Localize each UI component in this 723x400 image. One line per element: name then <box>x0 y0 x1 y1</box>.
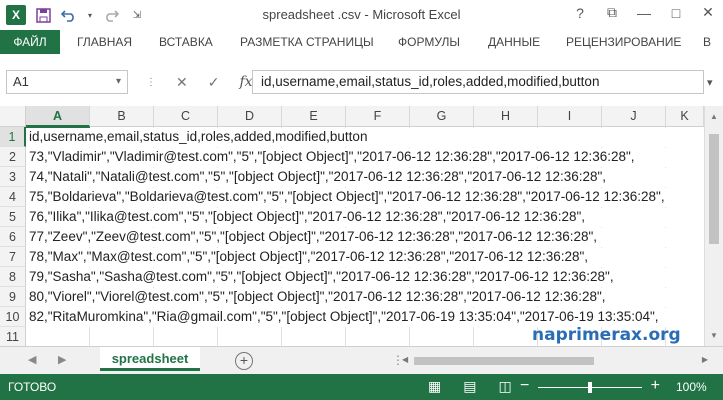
title-bar: X ▾ ⇲ spreadsheet .csv - Microsoft Excel… <box>0 0 723 30</box>
column-header-f[interactable]: F <box>346 106 410 127</box>
name-box[interactable]: A1 ▾ <box>6 70 128 94</box>
window-controls: ? ⧉ — □ ✕ <box>571 4 717 21</box>
status-bar: ГОТОВО ▦ ▤ ◫ − + 100% <box>0 374 723 400</box>
column-header-a[interactable]: A <box>26 106 90 127</box>
column-header-d[interactable]: D <box>218 106 282 127</box>
worksheet-grid: ABCDEFGHIJK 1 2 3 4 5 6 7 8 9 10 11 id,username,em… <box>0 106 723 347</box>
cell-a1[interactable]: id,username,email,status_id,roles,added,… <box>29 127 367 147</box>
page-break-view-icon[interactable]: ◫ <box>498 378 511 395</box>
ribbon-display-icon[interactable]: ⧉ <box>603 4 621 21</box>
sheet-tabs-bar: ◀ ▶ spreadsheet + ⋮ ◀ ▶ <box>0 346 723 375</box>
page-layout-view-icon[interactable]: ▤ <box>463 378 476 395</box>
horizontal-scrollbar[interactable]: ⋮ ◀ ▶ <box>392 353 708 367</box>
insert-function-icon[interactable]: fx <box>239 74 252 90</box>
row-header-7[interactable]: 7 <box>0 247 26 267</box>
cell-a10[interactable]: 82,"RitaMuromkina","Ria@gmail.com","5","… <box>29 307 659 327</box>
normal-view-icon[interactable]: ▦ <box>428 378 441 395</box>
name-box-value: A1 <box>13 74 29 89</box>
expand-formula-bar-icon[interactable]: ▾ <box>707 76 713 89</box>
column-header-i[interactable]: I <box>538 106 602 127</box>
tab-page-layout[interactable]: РАЗМЕТКА СТРАНИЦЫ <box>240 30 374 54</box>
column-header-e[interactable]: E <box>282 106 346 127</box>
cancel-icon[interactable]: ✕ <box>176 74 188 91</box>
cell-a9[interactable]: 80,"Viorel","Viorel@test.com","5","[obje… <box>29 287 606 307</box>
next-sheet-icon[interactable]: ▶ <box>58 353 66 366</box>
row-header-2[interactable]: 2 <box>0 147 26 167</box>
zoom-knob[interactable] <box>588 382 592 393</box>
sheet-tab-spreadsheet[interactable]: spreadsheet <box>100 347 200 371</box>
zoom-level[interactable]: 100% <box>676 380 707 394</box>
name-box-dropdown-icon[interactable]: ▾ <box>116 71 121 93</box>
tab-view[interactable]: В <box>703 30 711 54</box>
scroll-down-icon[interactable]: ▼ <box>705 331 723 340</box>
row-header-1[interactable]: 1 <box>0 127 26 147</box>
row-header-10[interactable]: 10 <box>0 307 26 327</box>
prev-sheet-icon[interactable]: ◀ <box>28 353 36 366</box>
cell-a7[interactable]: 78,"Max","Max@test.com","5","[object Obj… <box>29 247 588 267</box>
row-header-5[interactable]: 5 <box>0 207 26 227</box>
minimize-icon[interactable]: — <box>635 5 653 21</box>
ribbon-tabs: ФАЙЛ ГЛАВНАЯ ВСТАВКА РАЗМЕТКА СТРАНИЦЫ Ф… <box>0 30 723 55</box>
formula-bar: A1 ▾ ⋮ ✕ ✓ fx id,username,email,status_i… <box>0 54 723 107</box>
status-text: ГОТОВО <box>8 380 57 394</box>
help-icon[interactable]: ? <box>571 5 589 21</box>
formula-input[interactable]: id,username,email,status_id,roles,added,… <box>252 70 704 94</box>
cell-a6[interactable]: 77,"Zeev","Zeev@test.com","5","[object O… <box>29 227 597 247</box>
zoom-in-icon[interactable]: + <box>651 377 660 395</box>
tab-home[interactable]: ГЛАВНАЯ <box>77 30 132 54</box>
row-header-11[interactable]: 11 <box>0 327 26 347</box>
close-icon[interactable]: ✕ <box>699 4 717 21</box>
maximize-icon[interactable]: □ <box>667 5 685 21</box>
tab-insert[interactable]: ВСТАВКА <box>159 30 213 54</box>
column-header-g[interactable]: G <box>410 106 474 127</box>
tab-review[interactable]: РЕЦЕНЗИРОВАНИЕ <box>566 30 681 54</box>
tab-data[interactable]: ДАННЫЕ <box>488 30 540 54</box>
row-header-9[interactable]: 9 <box>0 287 26 307</box>
row-header-4[interactable]: 4 <box>0 187 26 207</box>
view-buttons: ▦ ▤ ◫ <box>428 378 512 395</box>
watermark: naprimerax.org <box>532 325 681 345</box>
row-header-6[interactable]: 6 <box>0 227 26 247</box>
column-header-j[interactable]: J <box>602 106 666 127</box>
scroll-left-icon[interactable]: ◀ <box>402 355 408 364</box>
scroll-up-icon[interactable]: ▲ <box>705 112 723 121</box>
tab-formulas[interactable]: ФОРМУЛЫ <box>398 30 460 54</box>
scroll-right-icon[interactable]: ▶ <box>702 355 708 364</box>
cell-a3[interactable]: 74,"Natali","Natali@test.com","5","[obje… <box>29 167 606 187</box>
cell-a2[interactable]: 73,"Vladimir","Vladimir@test.com","5","[… <box>29 147 635 167</box>
column-header-k[interactable]: K <box>666 106 704 127</box>
cell-a5[interactable]: 76,"Ilika","Ilika@test.com","5","[object… <box>29 207 585 227</box>
vertical-scrollbar[interactable]: ▲ ▼ <box>704 106 723 346</box>
cell-a4[interactable]: 75,"Boldarieva","Boldarieva@test.com","5… <box>29 187 665 207</box>
horizontal-scroll-thumb[interactable] <box>414 357 594 365</box>
column-header-h[interactable]: H <box>474 106 538 127</box>
vertical-scroll-thumb[interactable] <box>709 134 719 244</box>
zoom-out-icon[interactable]: − <box>520 377 529 395</box>
select-all-button[interactable] <box>0 106 26 127</box>
add-sheet-button[interactable]: + <box>235 352 253 370</box>
row-header-3[interactable]: 3 <box>0 167 26 187</box>
formula-buttons: ⋮ ✕ ✓ fx <box>140 70 253 94</box>
cell-area[interactable]: id,username,email,status_id,roles,added,… <box>26 127 704 346</box>
tab-file[interactable]: ФАЙЛ <box>0 30 60 54</box>
more-options-icon[interactable]: ⋮ <box>146 77 156 88</box>
zoom-slider[interactable]: − + <box>520 377 660 395</box>
column-header-c[interactable]: C <box>154 106 218 127</box>
row-header-8[interactable]: 8 <box>0 267 26 287</box>
column-header-b[interactable]: B <box>90 106 154 127</box>
cell-a8[interactable]: 79,"Sasha","Sasha@test.com","5","[object… <box>29 267 614 287</box>
enter-icon[interactable]: ✓ <box>208 74 220 91</box>
